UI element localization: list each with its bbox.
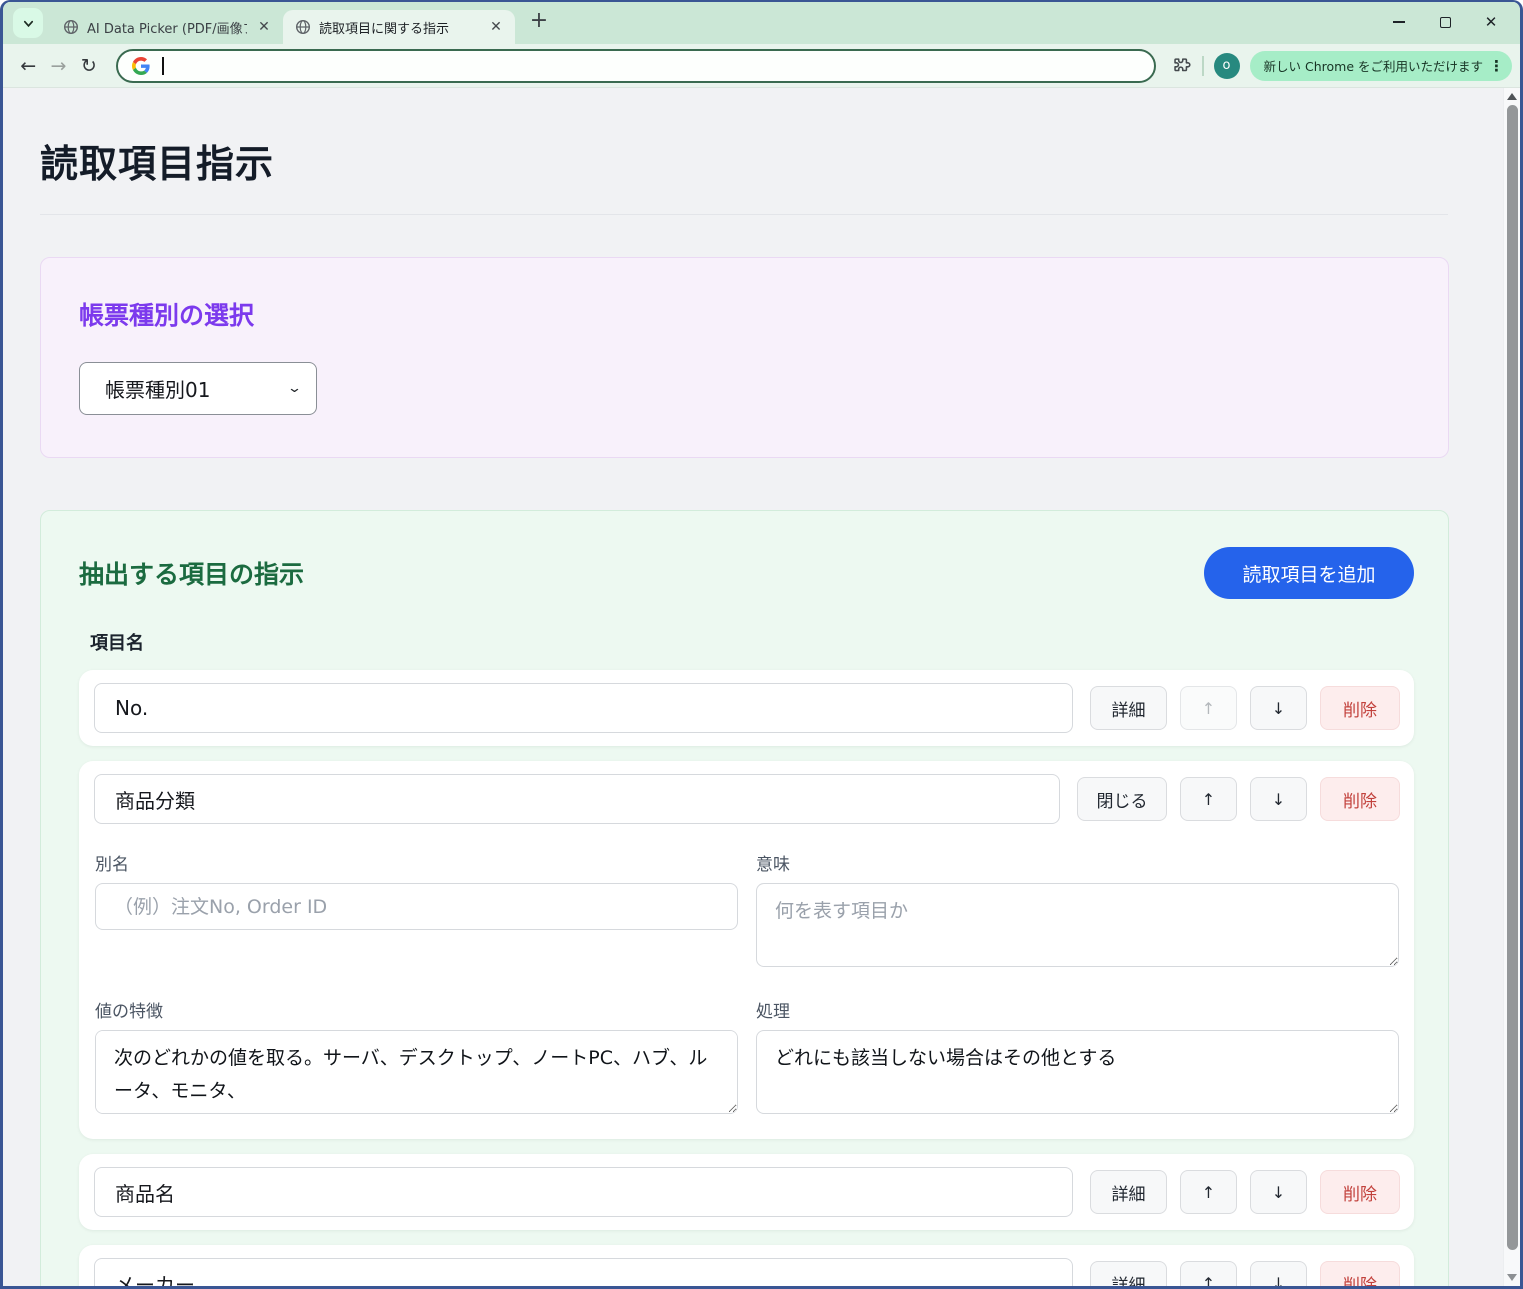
tab-title: AI Data Picker (PDF/画像プレビュ: [87, 18, 247, 37]
new-tab-button[interactable]: +: [525, 8, 553, 36]
item-row: 詳細 ↑ ↓ 削除: [79, 1245, 1414, 1286]
item-name-input[interactable]: [94, 774, 1060, 824]
move-up-button[interactable]: ↑: [1180, 1170, 1237, 1214]
item-row: 詳細 ↑ ↓ 削除: [79, 1154, 1414, 1230]
scrollbar-thumb[interactable]: [1507, 105, 1518, 1250]
close-tab-icon[interactable]: ✕: [487, 18, 505, 36]
address-bar[interactable]: [116, 49, 1156, 83]
window-controls: ✕: [1376, 2, 1514, 42]
chrome-update-label: 新しい Chrome をご利用いただけます: [1264, 56, 1483, 75]
form-type-heading: 帳票種別の選択: [79, 296, 1410, 332]
scroll-down-icon[interactable]: [1507, 1274, 1517, 1281]
item-name-input[interactable]: [94, 683, 1073, 733]
maximize-icon: [1440, 17, 1451, 28]
tab-strip: AI Data Picker (PDF/画像プレビュ ✕ 読取項目に関する指示 …: [3, 2, 1520, 44]
minimize-button[interactable]: [1376, 2, 1422, 42]
delete-button[interactable]: 削除: [1320, 777, 1400, 821]
item-name-input[interactable]: [94, 1167, 1073, 1217]
reload-button[interactable]: ↻: [76, 50, 102, 82]
item-name-input[interactable]: [94, 1258, 1073, 1286]
move-down-button[interactable]: ↓: [1250, 777, 1307, 821]
processing-textarea[interactable]: どれにも該当しない場合はその他とする: [756, 1030, 1399, 1114]
toolbar-right: o 新しい Chrome をご利用いただけます ⋮: [1170, 51, 1512, 81]
extensions-icon[interactable]: [1170, 55, 1192, 77]
item-name-label: 項目名: [90, 629, 1414, 655]
meaning-textarea[interactable]: [756, 883, 1399, 967]
close-tab-icon[interactable]: ✕: [255, 18, 273, 36]
move-down-button[interactable]: ↓: [1250, 686, 1307, 730]
tab-title: 読取項目に関する指示: [319, 18, 479, 37]
page-content: 読取項目指示 帳票種別の選択 帳票種別01 ⌄ 抽出する項目の指示 読取項目を追…: [3, 88, 1503, 1286]
alias-label: 別名: [95, 850, 738, 875]
forward-button[interactable]: →: [45, 50, 71, 82]
item-details: 別名 意味 値の特徴 次のどれかの値を取る。サーバ、デスクトップ、ノートPC、ハ…: [95, 850, 1399, 1118]
google-logo-icon: [132, 57, 150, 75]
chevron-down-icon: [22, 17, 35, 30]
form-type-select[interactable]: 帳票種別01 ⌄: [79, 362, 317, 415]
profile-avatar[interactable]: o: [1214, 53, 1240, 79]
move-down-button[interactable]: ↓: [1250, 1261, 1307, 1286]
kebab-menu-icon[interactable]: ⋮: [1489, 57, 1504, 75]
form-type-section: 帳票種別の選択 帳票種別01 ⌄: [40, 257, 1449, 458]
move-up-button[interactable]: ↑: [1180, 1261, 1237, 1286]
meaning-label: 意味: [756, 850, 1399, 875]
delete-button[interactable]: 削除: [1320, 686, 1400, 730]
tab-ai-data-picker[interactable]: AI Data Picker (PDF/画像プレビュ ✕: [51, 10, 283, 44]
vertical-scrollbar[interactable]: [1503, 88, 1520, 1286]
move-down-button[interactable]: ↓: [1250, 1170, 1307, 1214]
processing-label: 処理: [756, 997, 1399, 1022]
item-row-expanded: 閉じる ↑ ↓ 削除 別名 意味: [79, 761, 1414, 1139]
browser-toolbar: ← → ↻ o 新しい Chrome をご利用いただけます ⋮: [3, 44, 1520, 88]
page-title: 読取項目指示: [40, 133, 1503, 188]
browser-window: AI Data Picker (PDF/画像プレビュ ✕ 読取項目に関する指示 …: [0, 0, 1523, 1289]
value-features-label: 値の特徴: [95, 997, 738, 1022]
tab-reading-items[interactable]: 読取項目に関する指示 ✕: [283, 10, 515, 44]
tab-search-button[interactable]: [13, 8, 43, 38]
delete-button[interactable]: 削除: [1320, 1170, 1400, 1214]
close-window-button[interactable]: ✕: [1468, 2, 1514, 42]
item-row: 詳細 ↑ ↓ 削除: [79, 670, 1414, 746]
extraction-items-section: 抽出する項目の指示 読取項目を追加 項目名 詳細 ↑ ↓ 削除: [40, 510, 1449, 1286]
delete-button[interactable]: 削除: [1320, 1261, 1400, 1286]
items-heading: 抽出する項目の指示: [79, 555, 304, 591]
divider: [40, 214, 1448, 215]
chrome-update-button[interactable]: 新しい Chrome をご利用いただけます ⋮: [1250, 51, 1512, 81]
divider: [1202, 56, 1204, 76]
alias-input[interactable]: [95, 883, 738, 930]
value-features-textarea[interactable]: 次のどれかの値を取る。サーバ、デスクトップ、ノートPC、ハブ、ルータ、モニタ、: [95, 1030, 738, 1114]
chevron-down-icon: ⌄: [287, 381, 302, 396]
minimize-icon: [1393, 21, 1405, 23]
close-details-button[interactable]: 閉じる: [1077, 777, 1167, 821]
details-button[interactable]: 詳細: [1090, 686, 1167, 730]
globe-icon: [295, 19, 311, 35]
globe-icon: [63, 19, 79, 35]
scroll-up-icon[interactable]: [1507, 93, 1517, 100]
text-cursor: [162, 57, 164, 75]
maximize-button[interactable]: [1422, 2, 1468, 42]
details-button[interactable]: 詳細: [1090, 1261, 1167, 1286]
form-type-selected-value: 帳票種別01: [105, 374, 210, 403]
move-up-button[interactable]: ↑: [1180, 777, 1237, 821]
add-item-button[interactable]: 読取項目を追加: [1204, 547, 1414, 599]
move-up-button[interactable]: ↑: [1180, 686, 1237, 730]
back-button[interactable]: ←: [15, 50, 41, 82]
details-button[interactable]: 詳細: [1090, 1170, 1167, 1214]
